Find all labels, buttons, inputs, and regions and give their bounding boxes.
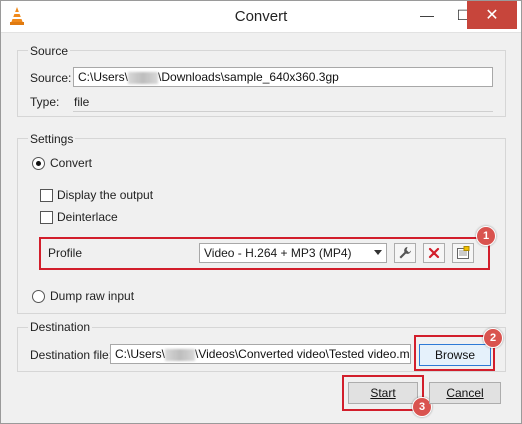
convert-label: Convert xyxy=(50,156,93,170)
redacted-username xyxy=(128,71,159,84)
title-bar: Convert — ☐ ✕ xyxy=(1,1,521,33)
deinterlace-label: Deinterlace xyxy=(57,210,118,224)
convert-radio[interactable] xyxy=(32,157,45,170)
display-output-label: Display the output xyxy=(57,188,154,202)
destination-file-label: Destination file: xyxy=(30,348,113,362)
dump-raw-label: Dump raw input xyxy=(50,289,135,303)
minimize-button[interactable]: — xyxy=(409,1,445,29)
destination-path-suffix: \Videos\Converted video\Tested video.mp4 xyxy=(195,347,411,361)
type-value: file xyxy=(74,95,90,109)
source-group-label: Source xyxy=(28,44,71,58)
edit-profile-button[interactable] xyxy=(394,243,416,263)
new-profile-button[interactable] xyxy=(452,243,474,263)
redacted-username xyxy=(165,348,196,361)
cancel-button[interactable]: Cancel xyxy=(429,382,501,404)
source-label: Source: xyxy=(30,71,72,85)
source-path-prefix: C:\Users\ xyxy=(78,70,129,84)
chevron-down-icon xyxy=(374,250,382,255)
source-divider xyxy=(73,111,493,112)
destination-path-field[interactable]: C:\Users\ \Videos\Converted video\Tested … xyxy=(110,344,411,364)
profile-select-value: Video - H.264 + MP3 (MP4) xyxy=(204,246,352,260)
wrench-icon xyxy=(399,247,411,259)
settings-group-label: Settings xyxy=(28,132,76,146)
deinterlace-checkbox[interactable] xyxy=(40,211,53,224)
source-path-field[interactable]: C:\Users\ \Downloads\sample_640x360.3gp xyxy=(73,67,493,87)
source-path-suffix: \Downloads\sample_640x360.3gp xyxy=(158,70,339,84)
cancel-button-label: Cancel xyxy=(446,386,484,400)
destination-path-prefix: C:\Users\ xyxy=(115,347,166,361)
display-output-checkbox[interactable] xyxy=(40,189,53,202)
red-x-icon xyxy=(428,247,440,259)
browse-button[interactable]: Browse xyxy=(419,344,491,366)
convert-dialog: Convert — ☐ ✕ Source Source: C:\Users\ \D… xyxy=(0,0,522,424)
start-button-label: Start xyxy=(370,386,396,400)
delete-profile-button[interactable] xyxy=(423,243,445,263)
start-button[interactable]: Start xyxy=(348,382,418,404)
type-label: Type: xyxy=(30,95,60,109)
destination-group-label: Destination xyxy=(28,320,93,334)
dump-raw-radio[interactable] xyxy=(32,290,45,303)
new-profile-icon xyxy=(457,246,470,259)
step-1-badge: 1 xyxy=(476,226,496,246)
profile-select[interactable]: Video - H.264 + MP3 (MP4) xyxy=(199,243,387,263)
profile-label: Profile xyxy=(48,246,83,260)
close-button[interactable]: ✕ xyxy=(467,1,517,29)
step-2-badge: 2 xyxy=(483,328,503,348)
